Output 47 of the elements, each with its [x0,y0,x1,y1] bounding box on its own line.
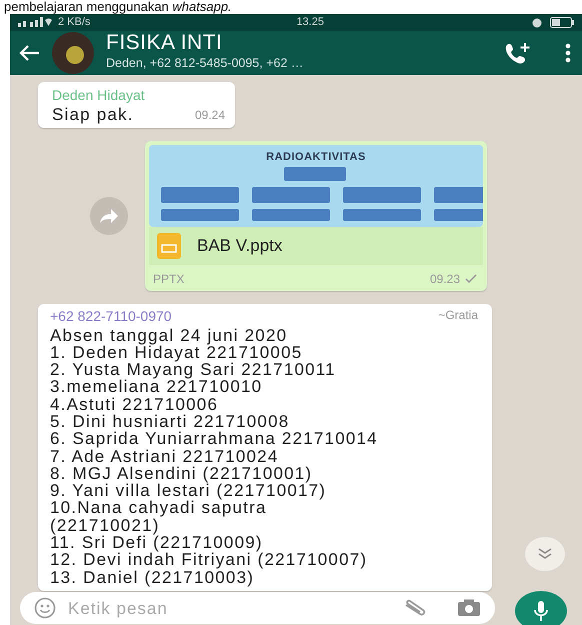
participants-list: Deden, +62 812-5485-0095, +62 … [106,54,496,73]
message-line: 12. Devi indah Fitriyani (221710007) [50,551,368,569]
forward-arrow-icon [99,208,119,224]
message-input-bar[interactable]: Ketik pesan [20,592,495,624]
back-arrow-icon [18,44,40,62]
signal-icon [18,17,52,28]
message-time: 09.24 [194,106,225,124]
message-line: 13. Daniel (221710003) [50,568,256,586]
microphone-icon [533,600,549,622]
document-icon [157,232,181,258]
phone-plus-icon [504,40,532,64]
clock-time: 13.25 [296,15,324,30]
document-caption: pembelajaran menggunakan whatsapp. [3,0,233,14]
message-line: (221710021) [50,516,160,534]
message-line: 2. Yusta Mayang Sari 221710011 [50,361,337,378]
slide-title: RADIOAKTIVITAS [266,150,366,164]
message-line: 8. MGJ Alsendini (221710001) [50,464,314,482]
message-line: 3.memeliana 221710010 [50,378,264,396]
message-text: Siap pak. [52,106,134,124]
emoji-icon[interactable] [34,597,56,620]
battery-icon [550,16,574,28]
message-time: 09.23 [430,270,460,288]
sender-name: Deden Hidayat [52,86,146,105]
add-call-button[interactable] [504,40,532,64]
sender-phone: +62 822-7110-0970 [50,306,172,326]
file-name: BAB V.pptx [197,234,282,257]
message-line: 1. Deden Hidayat 221710005 [50,344,304,362]
more-options-button[interactable] [564,42,572,64]
scroll-down-button[interactable] [525,536,565,571]
file-type: PPTX [153,270,184,288]
chat-title: FISIKA INTI [106,32,224,54]
message-line: 11. Sri Defi (221710009) [50,534,263,552]
message-input-field[interactable]: Ketik pesan [66,594,346,622]
camera-icon[interactable] [457,599,481,618]
message-line: 4.Astuti 221710006 [50,396,220,413]
message-line: 10.Nana cahyadi saputra [50,499,267,517]
message-line: 9. Yani villa lestari (221710017) [50,482,328,500]
message-line: Absen tanggal 24 juni 2020 [50,326,288,344]
message-line: 7. Ade Astriani 221710024 [50,448,280,465]
message-line: 6. Saprida Yuniarrahmana 221710014 [50,430,379,448]
double-chevron-down-icon [537,548,553,560]
network-speed: 2 KB/s [58,15,90,30]
more-options-icon [564,42,572,64]
voice-message-button[interactable] [515,591,567,625]
sender-name: ~Gratia [438,306,478,324]
message-line: 5. Dini husniarti 221710008 [50,412,290,430]
back-button[interactable] [18,44,40,62]
